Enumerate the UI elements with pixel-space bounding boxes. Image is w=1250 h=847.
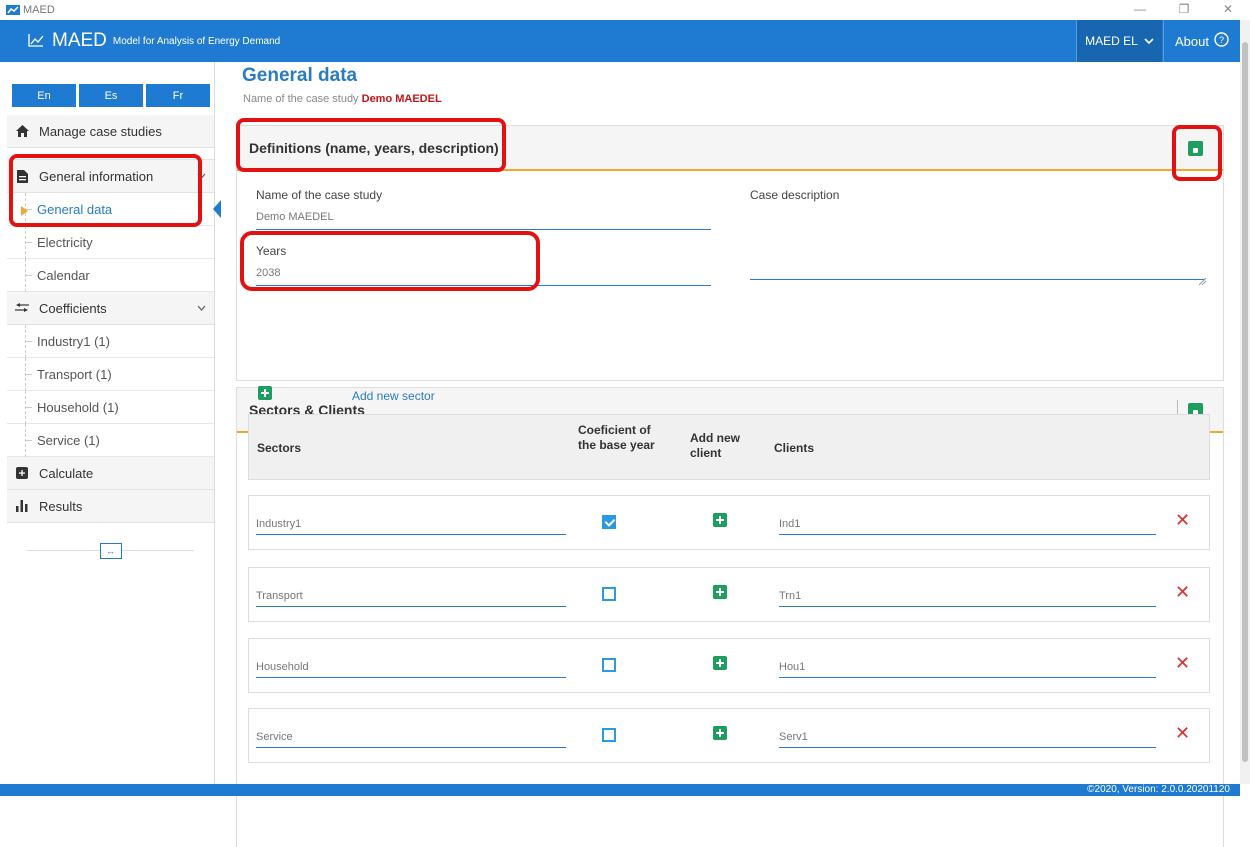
add-sector-link[interactable]: Add new sector [352, 389, 435, 403]
annotation-mark [9, 154, 202, 227]
col-add-client: Add new client [690, 431, 740, 460]
calculator-icon [15, 467, 29, 479]
table-row: Household Hou1 ✕ [248, 638, 1210, 693]
home-icon [15, 125, 29, 137]
description-textarea[interactable] [750, 256, 1205, 280]
col-sectors: Sectors [257, 441, 302, 455]
bar-chart-icon [15, 500, 29, 512]
sidebar-item-manage[interactable]: Manage case studies [7, 115, 214, 148]
sector-name-input[interactable]: Transport [256, 585, 566, 607]
module-label: MAED EL [1085, 34, 1138, 48]
sidebar-item-label: Calendar [37, 267, 90, 283]
sidebar-item-label: Calculate [39, 465, 94, 481]
page-title: General data [242, 65, 358, 86]
sidebar-item-label: Service (1) [37, 432, 100, 448]
col-coefficient: Coeficient of the base year [578, 423, 655, 452]
sector-name-input[interactable]: Household [256, 656, 566, 678]
description-label: Case description [750, 188, 840, 202]
sidebar-item-label: Household (1) [37, 399, 119, 415]
maximize-button[interactable]: ❐ [1162, 0, 1206, 20]
sidebar-item-label: Coefficients [39, 300, 107, 316]
sidebar-item-calculate[interactable]: Calculate [7, 457, 214, 490]
add-client-icon[interactable] [713, 585, 727, 599]
expand-arrows-icon: ↔ [99, 543, 122, 559]
vertical-scrollbar[interactable] [1240, 20, 1250, 784]
delete-sector-icon[interactable]: ✕ [1175, 653, 1190, 674]
resize-handle-icon [1198, 273, 1207, 288]
brand[interactable]: MAED Model for Analysis of Energy Demand [0, 30, 280, 52]
sidebar-item-label: Industry1 (1) [37, 333, 110, 349]
sector-name-input[interactable]: Service [256, 726, 566, 748]
client-name-input[interactable]: Trn1 [779, 585, 1156, 607]
language-switcher: En Es Fr [12, 84, 213, 107]
sidebar-item-label: Results [39, 498, 83, 514]
client-name-input[interactable]: Serv1 [779, 726, 1156, 748]
subtitle-prefix: Name of the case study [243, 93, 359, 105]
annotation-mark [236, 118, 506, 172]
sidebar-group-coefficients[interactable]: Coefficients [7, 292, 214, 325]
add-sector-icon[interactable] [258, 386, 272, 400]
add-sector-row [258, 386, 272, 400]
module-dropdown[interactable]: MAED EL [1076, 20, 1162, 62]
page-subtitle: Name of the case study Demo MAEDEL [243, 93, 442, 105]
annotation-mark [240, 231, 540, 291]
case-name-input[interactable]: Demo MAEDEL [256, 208, 711, 230]
lang-en-button[interactable]: En [12, 84, 76, 107]
delete-sector-icon[interactable]: ✕ [1175, 723, 1190, 744]
sidebar-item-results[interactable]: Results [7, 490, 214, 523]
annotation-mark [1172, 125, 1222, 181]
table-row: Service Serv1 ✕ [248, 708, 1210, 763]
sidebar-item-label: Manage case studies [39, 123, 162, 139]
sidebar-item-industry[interactable]: Industry1 (1) [7, 325, 214, 358]
name-label: Name of the case study [256, 188, 383, 202]
about-button[interactable]: About ? [1163, 20, 1240, 62]
chart-line-icon [28, 33, 44, 50]
sidebar-collapse-toggle[interactable]: ↔ [7, 540, 214, 562]
brand-name: MAED [52, 30, 107, 51]
base-year-checkbox[interactable] [602, 587, 616, 601]
chevron-down-icon [197, 303, 206, 314]
table-row: Transport Trn1 ✕ [248, 567, 1210, 622]
brand-tagline: Model for Analysis of Energy Demand [112, 35, 281, 47]
app-header: MAED Model for Analysis of Energy Demand… [0, 20, 1240, 62]
maed-logo-icon [6, 5, 20, 15]
sidebar-item-service[interactable]: Service (1) [7, 424, 214, 457]
sectors-table-header: Sectors Coeficient of the base year Add … [248, 414, 1210, 480]
window-titlebar: MAED — ❐ ✕ [0, 0, 1250, 20]
delete-sector-icon[interactable]: ✕ [1175, 582, 1190, 603]
lang-es-button[interactable]: Es [79, 84, 143, 107]
close-button[interactable]: ✕ [1206, 0, 1250, 20]
svg-text:?: ? [1219, 35, 1224, 45]
col-clients: Clients [774, 441, 815, 455]
active-indicator-icon [213, 200, 221, 221]
sidebar-item-transport[interactable]: Transport (1) [7, 358, 214, 391]
minimize-button[interactable]: — [1118, 0, 1162, 20]
scrollbar-thumb[interactable] [1242, 42, 1248, 762]
sidebar-item-calendar[interactable]: Calendar [7, 259, 214, 292]
add-client-icon[interactable] [713, 513, 727, 527]
sidebar-item-electricity[interactable]: Electricity [7, 226, 214, 259]
sidebar-item-household[interactable]: Household (1) [7, 391, 214, 424]
client-name-input[interactable]: Hou1 [779, 656, 1156, 678]
case-name: Demo MAEDEL [361, 93, 442, 105]
sidebar-item-label: Transport (1) [37, 366, 112, 382]
sidebar-item-label: Electricity [37, 234, 93, 250]
help-circle-icon: ? [1214, 32, 1229, 50]
chevron-down-icon [1144, 34, 1154, 48]
delete-sector-icon[interactable]: ✕ [1175, 510, 1190, 531]
footer-version: ©2020, Version: 2.0.0.20201120 [0, 784, 1240, 796]
lang-fr-button[interactable]: Fr [146, 84, 210, 107]
base-year-checkbox[interactable] [602, 515, 616, 529]
add-client-icon[interactable] [713, 656, 727, 670]
add-client-icon[interactable] [713, 726, 727, 740]
base-year-checkbox[interactable] [602, 728, 616, 742]
arrows-exchange-icon [15, 303, 29, 313]
table-row: Industry1 Ind1 ✕ [248, 495, 1210, 550]
window-title: MAED [23, 4, 55, 16]
base-year-checkbox[interactable] [602, 658, 616, 672]
about-label: About [1175, 33, 1209, 49]
client-name-input[interactable]: Ind1 [779, 513, 1156, 535]
sector-name-input[interactable]: Industry1 [256, 513, 566, 535]
